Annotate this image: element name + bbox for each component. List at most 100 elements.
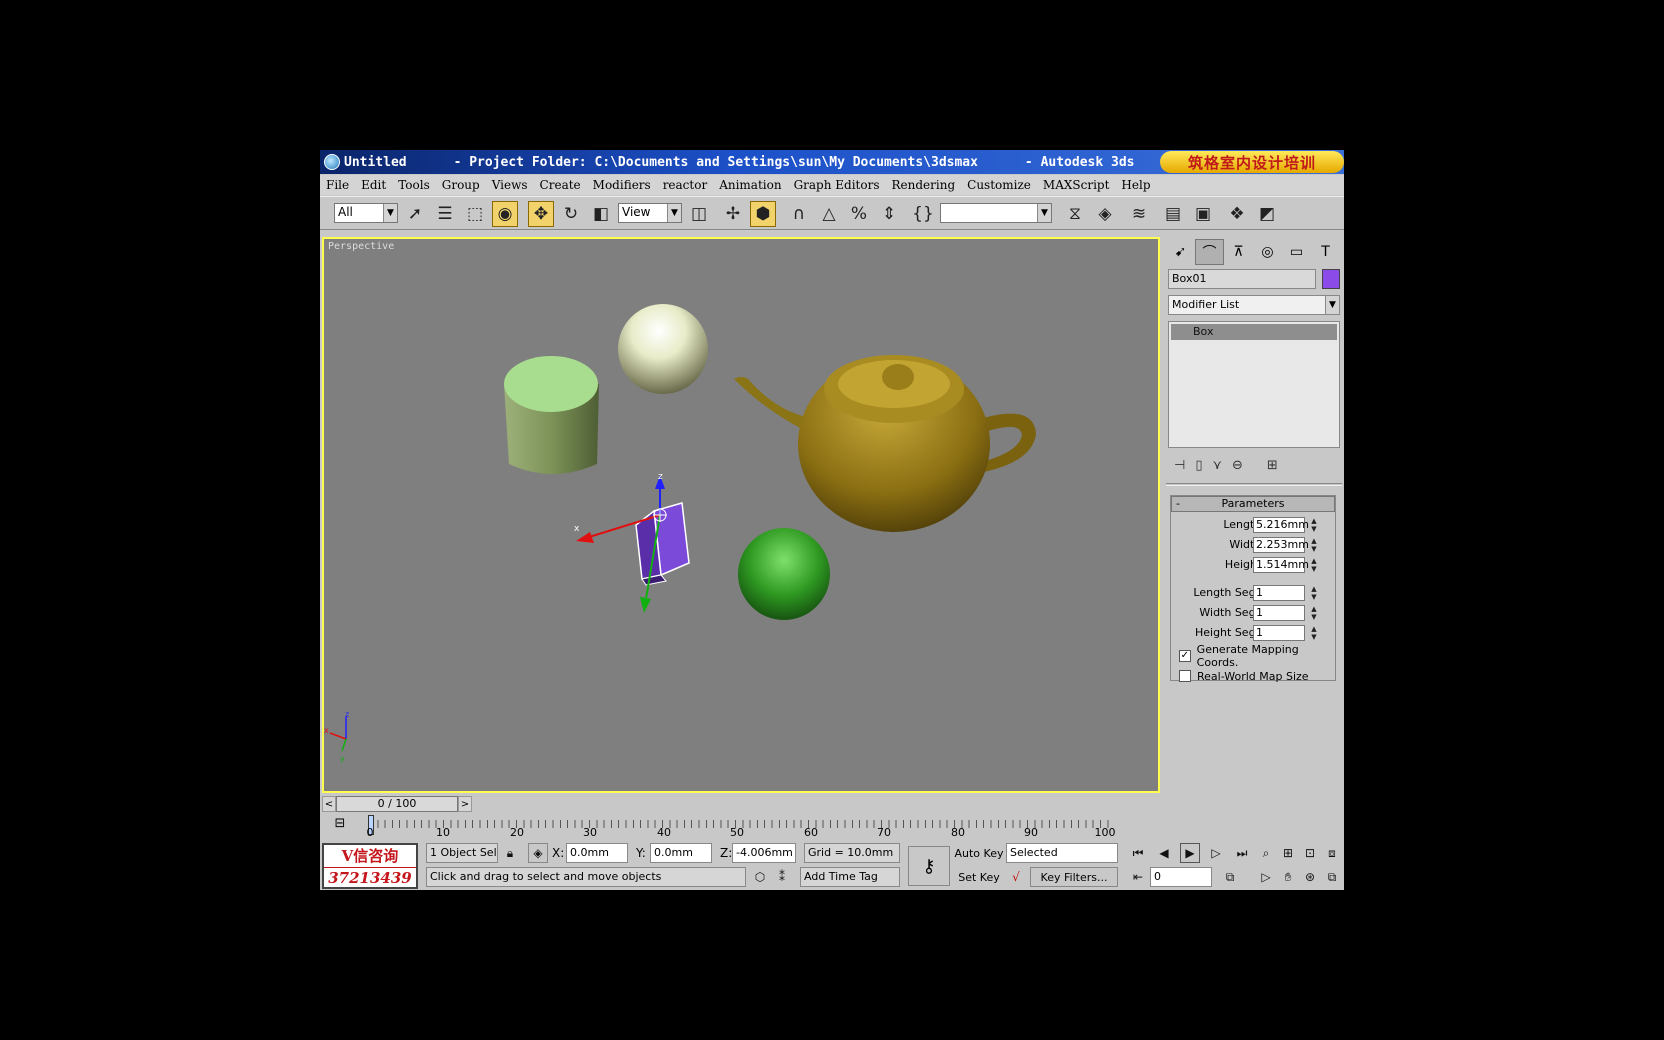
hierarchy-tab-icon[interactable]: ⊼ — [1224, 239, 1253, 265]
move-icon[interactable]: ✥ — [528, 201, 554, 227]
width-segs-input[interactable]: 1 — [1253, 605, 1305, 621]
stack-item-box[interactable]: Box — [1171, 324, 1337, 340]
configure-sets-icon[interactable]: ⊞ — [1267, 458, 1278, 473]
mirror-icon[interactable]: ⧖ — [1062, 201, 1088, 227]
checkmark-icon[interactable]: ✓ — [1179, 650, 1191, 662]
checkbox-empty[interactable] — [1179, 670, 1191, 682]
manipulate-icon[interactable]: ✢ — [720, 201, 746, 227]
y-coordinate-input[interactable]: 0.0mm — [650, 843, 712, 863]
height-segs-input[interactable]: 1 — [1253, 625, 1305, 641]
white-sphere-object[interactable] — [618, 304, 708, 394]
object-name-field[interactable]: Box01 — [1168, 269, 1316, 289]
spinner-icon[interactable]: ▲ ▼ — [1309, 585, 1319, 601]
menu-views[interactable]: Views — [486, 178, 534, 192]
transform-mode-icon[interactable]: ◈ — [528, 843, 548, 863]
menu-modifiers[interactable]: Modifiers — [587, 178, 657, 192]
current-frame-input[interactable]: 0 — [1150, 867, 1212, 887]
menu-group[interactable]: Group — [436, 178, 486, 192]
teapot-object[interactable] — [734, 355, 1036, 532]
time-configuration-icon[interactable]: ⧉ — [1220, 867, 1240, 887]
height-input[interactable]: 1.514mm — [1253, 557, 1309, 573]
edit-named-selection-icon[interactable]: {} — [910, 201, 936, 227]
tangent-icon[interactable]: √ — [1006, 867, 1026, 887]
z-coordinate-input[interactable]: -4.006mm — [732, 843, 796, 863]
perspective-viewport[interactable]: Perspective z x z x y — [322, 237, 1160, 793]
reference-coord-dropdown[interactable]: View ▼ — [618, 203, 682, 223]
set-key-button[interactable]: Set Key — [954, 867, 1004, 887]
chevron-right-icon[interactable]: > — [458, 796, 472, 812]
generate-mapping-checkbox[interactable]: ✓ Generate Mapping Coords. — [1179, 643, 1339, 669]
select-by-name-icon[interactable]: ☰ — [432, 201, 458, 227]
keyboard-shortcut-override-icon[interactable]: ⬢ — [750, 201, 776, 227]
rotate-icon[interactable]: ↻ — [558, 201, 584, 227]
align-icon[interactable]: ◈ — [1092, 201, 1118, 227]
menu-graph-editors[interactable]: Graph Editors — [788, 178, 886, 192]
snap-toggle-icon[interactable]: ∩ — [786, 201, 812, 227]
add-time-tag-field[interactable]: Add Time Tag — [800, 867, 900, 887]
pivot-center-icon[interactable]: ◫ — [686, 201, 712, 227]
cylinder-object[interactable] — [504, 356, 599, 474]
key-mode-dropdown[interactable]: Selected — [1006, 843, 1118, 863]
spinner-icon[interactable]: ▲ ▼ — [1309, 625, 1319, 641]
auto-key-button[interactable]: Auto Key — [954, 843, 1004, 863]
create-tab-icon[interactable]: ➹ — [1166, 239, 1195, 265]
previous-frame-icon[interactable]: ◀ — [1154, 843, 1174, 863]
modify-tab-icon[interactable]: ⌒ — [1195, 239, 1224, 265]
layer-manager-icon[interactable]: ≋ — [1126, 201, 1152, 227]
modifier-list-dropdown[interactable]: Modifier List ▼ — [1168, 295, 1340, 315]
length-segs-input[interactable]: 1 — [1253, 585, 1305, 601]
go-to-end-icon[interactable]: ⏭ — [1232, 843, 1252, 863]
selection-filter-dropdown[interactable]: All ▼ — [334, 203, 398, 223]
remove-modifier-icon[interactable]: ⊖ — [1232, 458, 1243, 473]
percent-snap-icon[interactable]: % — [846, 201, 872, 227]
spinner-snap-icon[interactable]: ⇕ — [876, 201, 902, 227]
key-icon[interactable]: ⚷ — [908, 846, 950, 886]
field-of-view-icon[interactable]: ▷ — [1256, 867, 1276, 887]
menu-create[interactable]: Create — [534, 178, 587, 192]
go-to-start-icon[interactable]: ⏮ — [1128, 843, 1148, 863]
parameters-rollout-header[interactable]: - Parameters — [1171, 496, 1335, 512]
crossing-icon[interactable]: ⁑ — [772, 867, 792, 887]
material-editor-icon[interactable]: ❖ — [1224, 201, 1250, 227]
make-unique-icon[interactable]: ⋎ — [1212, 458, 1222, 473]
spinner-icon[interactable]: ▲ ▼ — [1309, 537, 1319, 553]
object-color-swatch[interactable] — [1322, 269, 1340, 289]
lock-icon[interactable]: 🔒︎ — [500, 843, 520, 863]
maximize-viewport-icon[interactable]: ⧉ — [1322, 867, 1342, 887]
zoom-extents-icon[interactable]: ⊡ — [1300, 843, 1320, 863]
select-object-icon[interactable]: ➚ — [402, 201, 428, 227]
green-sphere-object[interactable] — [738, 528, 830, 620]
menu-help[interactable]: Help — [1115, 178, 1156, 192]
menu-reactor[interactable]: reactor — [657, 178, 714, 192]
pan-hand-icon[interactable]: ✋︎ — [1278, 867, 1298, 887]
rectangular-selection-icon[interactable]: ⬚ — [462, 201, 488, 227]
display-tab-icon[interactable]: ▭ — [1282, 239, 1311, 265]
window-crossing-icon[interactable]: ◉ — [492, 201, 518, 227]
time-slider-thumb[interactable]: 0 / 100 — [336, 796, 458, 812]
spinner-icon[interactable]: ▲ ▼ — [1309, 517, 1319, 533]
schematic-view-icon[interactable]: ▣ — [1190, 201, 1216, 227]
key-mode-toggle-icon[interactable]: ⇤ — [1128, 867, 1148, 887]
app-icon[interactable] — [324, 154, 340, 170]
length-input[interactable]: 5.216mm — [1253, 517, 1309, 533]
render-scene-icon[interactable]: ◩ — [1254, 201, 1280, 227]
motion-tab-icon[interactable]: ◎ — [1253, 239, 1282, 265]
angle-snap-icon[interactable]: △ — [816, 201, 842, 227]
show-end-result-icon[interactable]: ▯ — [1195, 458, 1202, 473]
menu-animation[interactable]: Animation — [713, 178, 787, 192]
pin-stack-icon[interactable]: ⊣ — [1174, 458, 1185, 473]
track-bar[interactable]: ⊟ 0 10 20 30 40 50 60 70 80 90 100 — [320, 814, 1164, 839]
width-input[interactable]: 2.253mm — [1253, 537, 1309, 553]
x-coordinate-input[interactable]: 0.0mm — [566, 843, 628, 863]
next-frame-icon[interactable]: ▷ — [1206, 843, 1226, 863]
spinner-icon[interactable]: ▲ ▼ — [1309, 557, 1319, 573]
key-filters-button[interactable]: Key Filters... — [1030, 867, 1118, 887]
real-world-map-checkbox[interactable]: Real-World Map Size — [1179, 668, 1339, 684]
open-mini-curve-editor-icon[interactable]: ⊟ — [330, 816, 350, 834]
menu-maxscript[interactable]: MAXScript — [1037, 178, 1116, 192]
curve-editor-icon[interactable]: ▤ — [1160, 201, 1186, 227]
spinner-icon[interactable]: ▲ ▼ — [1309, 605, 1319, 621]
named-selection-dropdown[interactable]: ▼ — [940, 203, 1052, 223]
menu-edit[interactable]: Edit — [355, 178, 392, 192]
scale-icon[interactable]: ◧ — [588, 201, 614, 227]
